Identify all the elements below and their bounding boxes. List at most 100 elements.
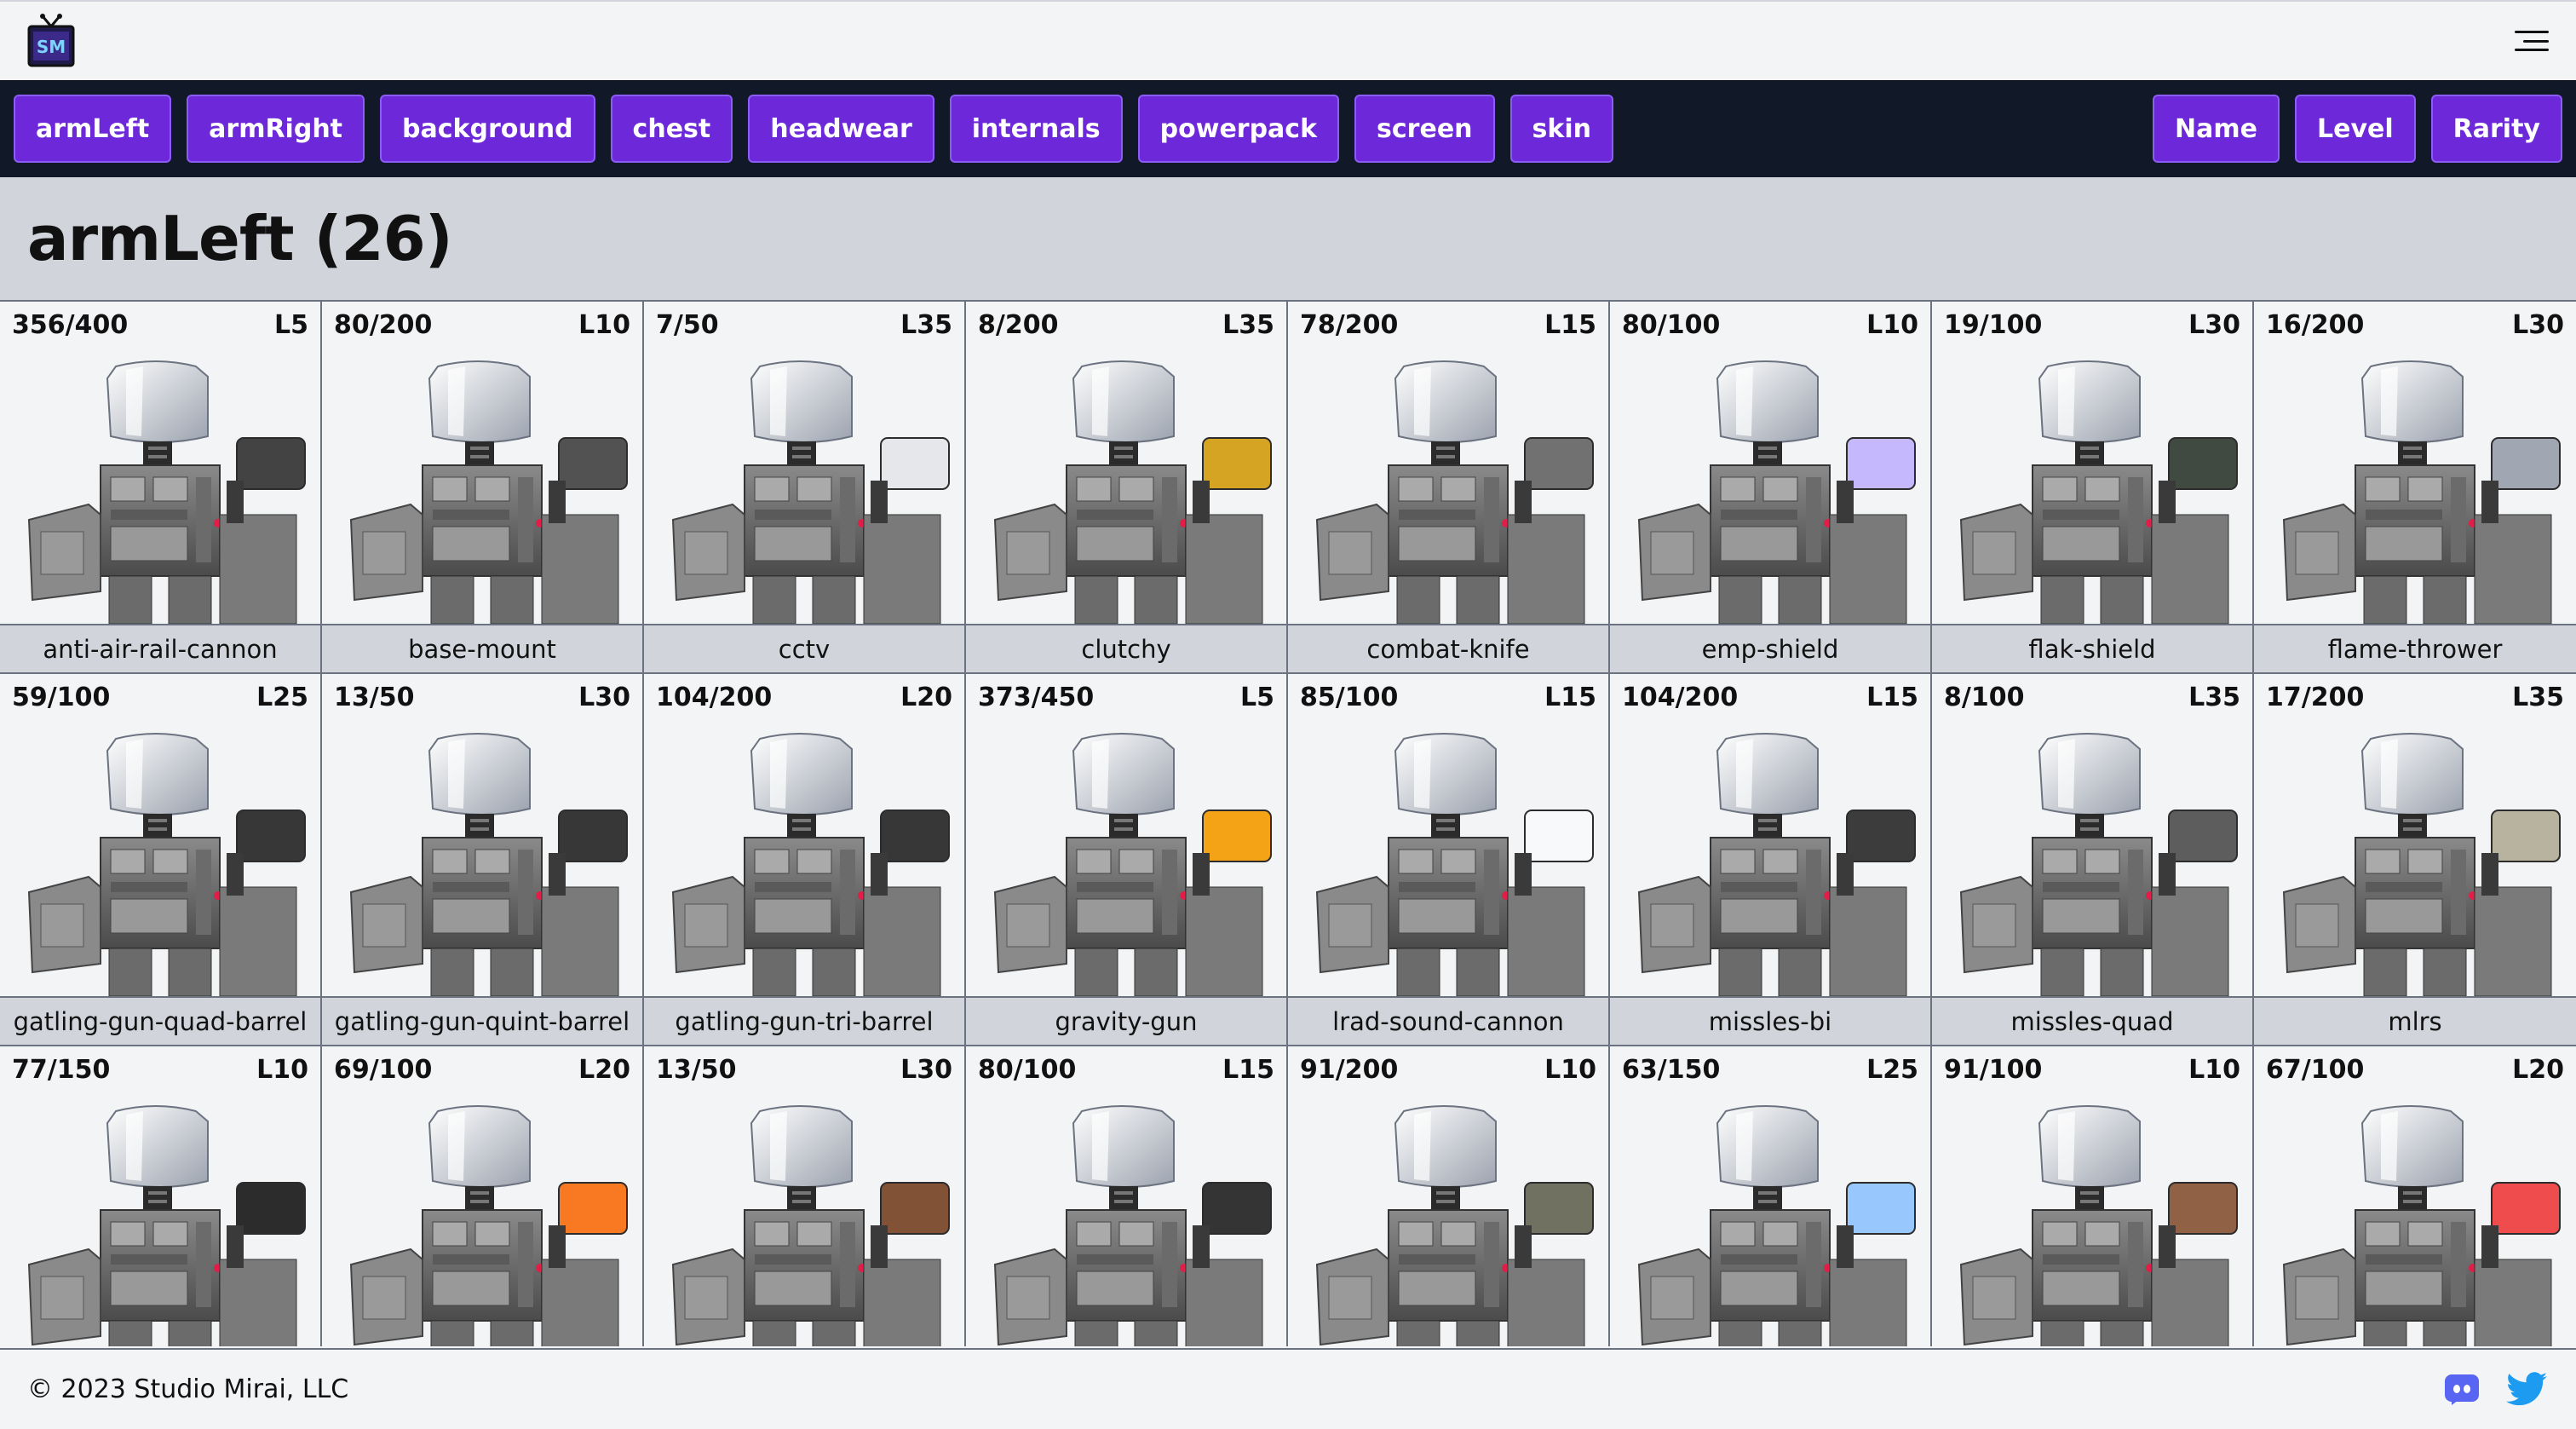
item-card[interactable]: 104/200 L20 gatling-gun-tri-barrel (644, 674, 966, 1046)
robot-image (671, 360, 950, 624)
hamburger-menu-icon[interactable] (2515, 27, 2549, 55)
item-image (2254, 353, 2576, 624)
item-card[interactable]: 67/100 L20 (2254, 1046, 2576, 1346)
item-name: flak-shield (1932, 624, 2252, 672)
item-card[interactable]: 78/200 L15 combat-knife (1288, 302, 1610, 674)
item-count: 69/100 (334, 1055, 433, 1085)
item-stats: 91/100 L10 (1944, 1055, 2240, 1085)
sort-level-button[interactable]: Level (2295, 95, 2416, 163)
item-card[interactable]: 8/100 L35 missles-quad (1932, 674, 2254, 1046)
item-level: L10 (1866, 310, 1918, 340)
item-count: 91/100 (1944, 1055, 2043, 1085)
category-tab-screen[interactable]: screen (1354, 95, 1495, 163)
item-count: 104/200 (656, 683, 773, 712)
item-stats: 373/450 L5 (978, 683, 1274, 712)
item-card[interactable]: 77/150 L10 (0, 1046, 322, 1346)
item-card[interactable]: 59/100 L25 gatling-gun-quad-barrel (0, 674, 322, 1046)
robot-image (2282, 733, 2561, 996)
category-tab-chest[interactable]: chest (610, 95, 733, 163)
category-tab-internals[interactable]: internals (949, 95, 1123, 163)
item-count: 104/200 (1622, 683, 1739, 712)
item-card[interactable]: 80/100 L15 (966, 1046, 1288, 1346)
robot-image (1315, 360, 1594, 624)
item-count: 16/200 (2266, 310, 2365, 340)
item-count: 13/50 (334, 683, 415, 712)
item-level: L5 (274, 310, 308, 340)
item-stats: 13/50 L30 (656, 1055, 952, 1085)
category-tab-powerpack[interactable]: powerpack (1137, 95, 1340, 163)
item-level: L30 (900, 1055, 952, 1085)
item-image (1610, 725, 1930, 996)
item-image (1288, 353, 1608, 624)
category-tab-armright[interactable]: armRight (187, 95, 365, 163)
item-card[interactable]: 373/450 L5 gravity-gun (966, 674, 1288, 1046)
item-name: lrad-sound-cannon (1288, 996, 1608, 1045)
discord-icon[interactable] (2443, 1373, 2481, 1407)
category-tab-headwear[interactable]: headwear (748, 95, 934, 163)
robot-image (993, 733, 1272, 996)
robot-image (1637, 733, 1916, 996)
item-stats: 16/200 L30 (2266, 310, 2564, 340)
item-level: L15 (1866, 683, 1918, 712)
tv-logo-icon[interactable]: SM (27, 13, 75, 69)
item-stats: 67/100 L20 (2266, 1055, 2564, 1085)
item-count: 356/400 (12, 310, 129, 340)
item-count: 80/100 (978, 1055, 1077, 1085)
item-grid: 356/400 L5 anti-air-rail-cannon 80/200 L… (0, 300, 2576, 1346)
item-stats: 91/200 L10 (1300, 1055, 1596, 1085)
item-name: missles-bi (1610, 996, 1930, 1045)
item-card[interactable]: 19/100 L30 flak-shield (1932, 302, 2254, 674)
item-stats: 19/100 L30 (1944, 310, 2240, 340)
category-tabs: armLeft armRight background chest headwear in… (14, 95, 1613, 163)
sort-name-button[interactable]: Name (2153, 95, 2280, 163)
item-card[interactable]: 63/150 L25 (1610, 1046, 1932, 1346)
item-name: base-mount (322, 624, 642, 672)
item-name: combat-knife (1288, 624, 1608, 672)
item-count: 373/450 (978, 683, 1095, 712)
sort-rarity-button[interactable]: Rarity (2430, 95, 2562, 163)
item-image (2254, 725, 2576, 996)
item-image (1288, 725, 1608, 996)
item-card[interactable]: 91/200 L10 (1288, 1046, 1610, 1346)
item-card[interactable]: 17/200 L35 mlrs (2254, 674, 2576, 1046)
item-image (966, 353, 1286, 624)
item-card[interactable]: 13/50 L30 (322, 674, 644, 1046)
item-stats: 77/150 L10 (12, 1055, 308, 1085)
item-name: emp-shield (1610, 624, 1930, 672)
item-card[interactable]: 13/50 L30 (644, 1046, 966, 1346)
item-card[interactable]: 8/200 L35 clutchy (966, 302, 1288, 674)
item-level: L5 (1240, 683, 1274, 712)
item-count: 77/150 (12, 1055, 111, 1085)
item-image (966, 1098, 1286, 1346)
category-tab-background[interactable]: background (380, 95, 595, 163)
item-image (322, 725, 642, 996)
item-count: 85/100 (1300, 683, 1399, 712)
robot-image (1959, 733, 2238, 996)
item-card[interactable]: 16/200 L30 flame-thrower (2254, 302, 2576, 674)
item-name: anti-air-rail-cannon (0, 624, 320, 672)
item-name: gatling-gun-quad-barrel (0, 996, 320, 1045)
item-level: L35 (2188, 683, 2240, 712)
item-level: L15 (1222, 1055, 1274, 1085)
item-stats: 80/100 L10 (1622, 310, 1918, 340)
item-stats: 78/200 L15 (1300, 310, 1596, 340)
item-name: gatling-gun-quint-barrel (322, 996, 642, 1045)
robot-image (2282, 360, 2561, 624)
robot-image (671, 1105, 950, 1346)
item-name: gravity-gun (966, 996, 1286, 1045)
item-card[interactable]: 7/50 L35 cctv (644, 302, 966, 674)
item-card[interactable]: 69/100 L20 (322, 1046, 644, 1346)
item-level: L35 (900, 310, 952, 340)
item-level: L20 (900, 683, 952, 712)
twitter-icon[interactable] (2506, 1371, 2549, 1408)
item-card[interactable]: 80/200 L10 base-mount (322, 302, 644, 674)
item-card[interactable]: 85/100 L15 lrad-sound-cannon (1288, 674, 1610, 1046)
item-card[interactable]: 356/400 L5 anti-air-rail-cannon (0, 302, 322, 674)
item-card[interactable]: 104/200 L15 missles-bi (1610, 674, 1932, 1046)
item-level: L10 (1544, 1055, 1596, 1085)
item-count: 63/150 (1622, 1055, 1721, 1085)
item-card[interactable]: 91/100 L10 (1932, 1046, 2254, 1346)
category-tab-armleft[interactable]: armLeft (14, 95, 172, 163)
item-card[interactable]: 80/100 L10 emp-shield (1610, 302, 1932, 674)
category-tab-skin[interactable]: skin (1509, 95, 1613, 163)
